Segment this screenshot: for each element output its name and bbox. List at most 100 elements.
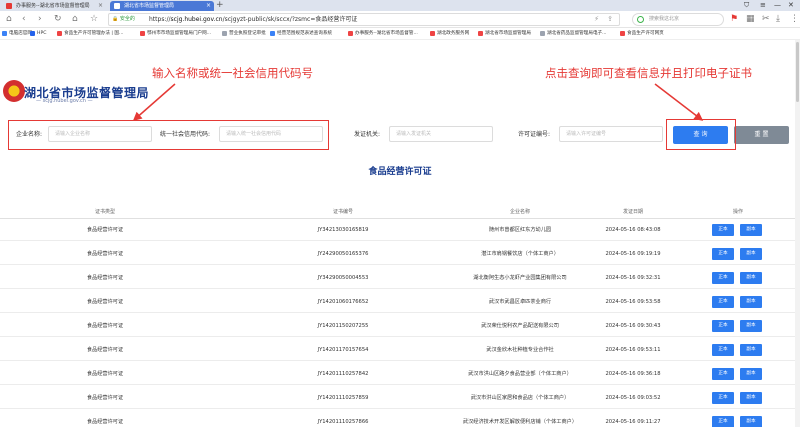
original-cert-button[interactable]: 正本 [712, 320, 734, 332]
tab-market-supervision[interactable]: 湖北省市场监督管理局 × [110, 1, 214, 11]
copy-cert-button[interactable]: 副本 [740, 344, 762, 356]
copy-cert-button[interactable]: 副本 [740, 224, 762, 236]
license-number-label: 许可证编号: [518, 131, 551, 138]
home-icon[interactable]: ⌂ [6, 13, 12, 26]
original-cert-button[interactable]: 正本 [712, 248, 734, 260]
copy-cert-button[interactable]: 副本 [740, 368, 762, 380]
original-cert-button[interactable]: 正本 [712, 224, 734, 236]
bookmark-item[interactable]: 湖北政务服务网 [430, 28, 469, 40]
download-icon[interactable]: ⤓ [776, 13, 780, 26]
cell-type: 食品经营许可证 [86, 347, 124, 353]
bookmark-item[interactable]: 经营范围规范表述查询系统 [270, 28, 332, 40]
copy-cert-button[interactable]: 副本 [740, 248, 762, 260]
window-close-icon[interactable]: ✕ [788, 0, 794, 11]
address-bar[interactable]: 🔒 安全的 https://scjg.hubei.gov.cn/scjgyzt-… [108, 13, 620, 26]
cell-company: 武汉市洪山区家居和食品店（个体工商户） [470, 395, 570, 401]
license-number-input[interactable] [559, 126, 663, 142]
header-date: 发证日期 [622, 209, 643, 215]
cell-company: 武汉荣仕悦利农产品配送有限公司 [481, 323, 559, 329]
bookmark-item[interactable]: 鄂州市市场监督管理局门户网... [140, 28, 211, 40]
browser-tab-bar: 办事服务--湖北省市场监督管理局 × 湖北省市场监督管理局 × + ⛉ ≡ — … [0, 0, 800, 11]
bookmark-label: 食品生产许可管理办法 | 国... [64, 31, 124, 36]
page-scrollbar[interactable] [795, 40, 800, 427]
cell-company: 武汉经济技术开发区解放便利店铺（个体工商户） [462, 419, 578, 425]
bookmark-label: 鄂州市市场监督管理局门户网... [147, 31, 212, 36]
bookmark-item[interactable]: 湖北省药品监督管理局电子... [540, 28, 607, 40]
issuer-label: 发证机关: [354, 131, 381, 138]
new-tab-button[interactable]: + [216, 0, 224, 11]
back-icon[interactable]: ‹ [22, 13, 26, 26]
cell-company: 武汉金欣木社种植专业合作社 [486, 347, 554, 353]
bookmark-item[interactable]: 食品生产许可网页 [620, 28, 664, 40]
table-header: 证书类型 证书编号 企业名称 发证日期 操作 [0, 205, 800, 219]
minimize-icon[interactable]: — [774, 0, 781, 11]
cell-company: 武汉市洪山区路夕食品营业部（个体工商户） [468, 371, 572, 377]
bookmark-item[interactable]: 湖北省市场监督管理局 [478, 28, 531, 40]
forward-icon[interactable]: › [38, 13, 42, 26]
cell-type: 食品经营许可证 [86, 323, 124, 329]
cell-number: JY34213030165819 [317, 227, 369, 233]
bookmark-favicon-icon [140, 31, 145, 36]
copy-cert-button[interactable]: 副本 [740, 320, 762, 332]
close-tab-icon[interactable]: × [98, 1, 103, 11]
table-row: 食品经营许可证 JY14201150207255 武汉荣仕悦利农产品配送有限公司 20… [0, 315, 800, 337]
annotation-arrows [132, 83, 704, 121]
scissors-icon[interactable]: ✂ [762, 13, 770, 26]
grid-icon[interactable]: ▦ [746, 13, 755, 26]
table-row: 食品经营许可证 JY14201110257866 武汉经济技术开发区解放便利店铺（个… [0, 411, 800, 427]
copy-cert-button[interactable]: 副本 [740, 272, 762, 284]
header-type: 证书类型 [94, 209, 115, 215]
copy-cert-button[interactable]: 副本 [740, 416, 762, 427]
original-cert-button[interactable]: 正本 [712, 296, 734, 308]
extension-icon[interactable]: ⚑ [730, 13, 738, 26]
issuer-input[interactable] [389, 126, 493, 142]
bookmark-item[interactable]: 食品生产许可管理办法 | 国... [57, 28, 123, 40]
cell-number: JY14201060176652 [317, 299, 369, 305]
tab-label: 办事服务--湖北省市场监督管理局 [16, 3, 90, 9]
url-text[interactable]: https://scjg.hubei.gov.cn/scjgyzt-public… [149, 14, 357, 25]
original-cert-button[interactable]: 正本 [712, 416, 734, 427]
bookmark-label: HPC [37, 31, 47, 36]
star-icon[interactable]: ☆ [90, 13, 98, 26]
copy-cert-button[interactable]: 副本 [740, 296, 762, 308]
table-row: 食品经营许可证 JY34290050004553 湖北衡阿生态小龙虾产业园集团有限公… [0, 267, 800, 289]
bookmark-item[interactable]: 营业执照登记审批 [222, 28, 266, 40]
reset-button[interactable]: 重 置 [734, 126, 789, 144]
bookmark-item[interactable]: 电脑店官网 [2, 28, 32, 40]
copy-cert-button[interactable]: 副本 [740, 392, 762, 404]
header-number: 证书编号 [332, 209, 353, 215]
search-box[interactable]: 搜索我这北京 [632, 13, 724, 26]
cell-company: 武汉市武昌区卓匹茶业商行 [488, 299, 552, 305]
scrollbar-thumb[interactable] [796, 42, 799, 102]
header-company: 企业名称 [509, 209, 530, 215]
bookmark-favicon-icon [57, 31, 62, 36]
original-cert-button[interactable]: 正本 [712, 272, 734, 284]
close-tab-icon[interactable]: × [206, 1, 211, 11]
arrow-to-query [654, 83, 704, 121]
cell-number: JY14201110257842 [317, 371, 369, 377]
shield-icon[interactable]: ⛉ [744, 0, 749, 11]
share-icon[interactable]: ⇪ [607, 14, 613, 25]
cell-type: 食品经营许可证 [86, 299, 124, 305]
cell-number: JY14201150207255 [317, 323, 369, 329]
bookmark-label: 湖北政务服务网 [437, 31, 470, 36]
original-cert-button[interactable]: 正本 [712, 392, 734, 404]
tab-services[interactable]: 办事服务--湖北省市场监督管理局 × [2, 1, 106, 11]
lightning-icon[interactable]: ⚡ [594, 14, 599, 25]
home-page-icon[interactable]: ⌂ [72, 13, 78, 26]
cell-date: 2024-05-16 08:43:08 [605, 227, 661, 233]
more-icon[interactable]: ⋮ [790, 13, 799, 26]
bookmark-favicon-icon [270, 31, 275, 36]
menu-icon[interactable]: ≡ [760, 0, 766, 11]
original-cert-button[interactable]: 正本 [712, 344, 734, 356]
bookmark-favicon-icon [222, 31, 227, 36]
bookmark-item[interactable]: 办事服务--湖北省市场监督管... [348, 28, 418, 40]
bookmark-favicon-icon [2, 31, 7, 36]
reload-icon[interactable]: ↻ [54, 13, 62, 26]
cell-company: 潜江市肩锅餐饮店（个体工商户） [481, 251, 559, 257]
bookmark-item[interactable]: HPC [30, 28, 46, 40]
cell-type: 食品经营许可证 [86, 227, 124, 233]
url-path: /scjgyzt-public/sk/sccx/?zsmc=食品经营许可证 [222, 16, 358, 23]
original-cert-button[interactable]: 正本 [712, 368, 734, 380]
secure-label: 安全的 [119, 16, 135, 22]
